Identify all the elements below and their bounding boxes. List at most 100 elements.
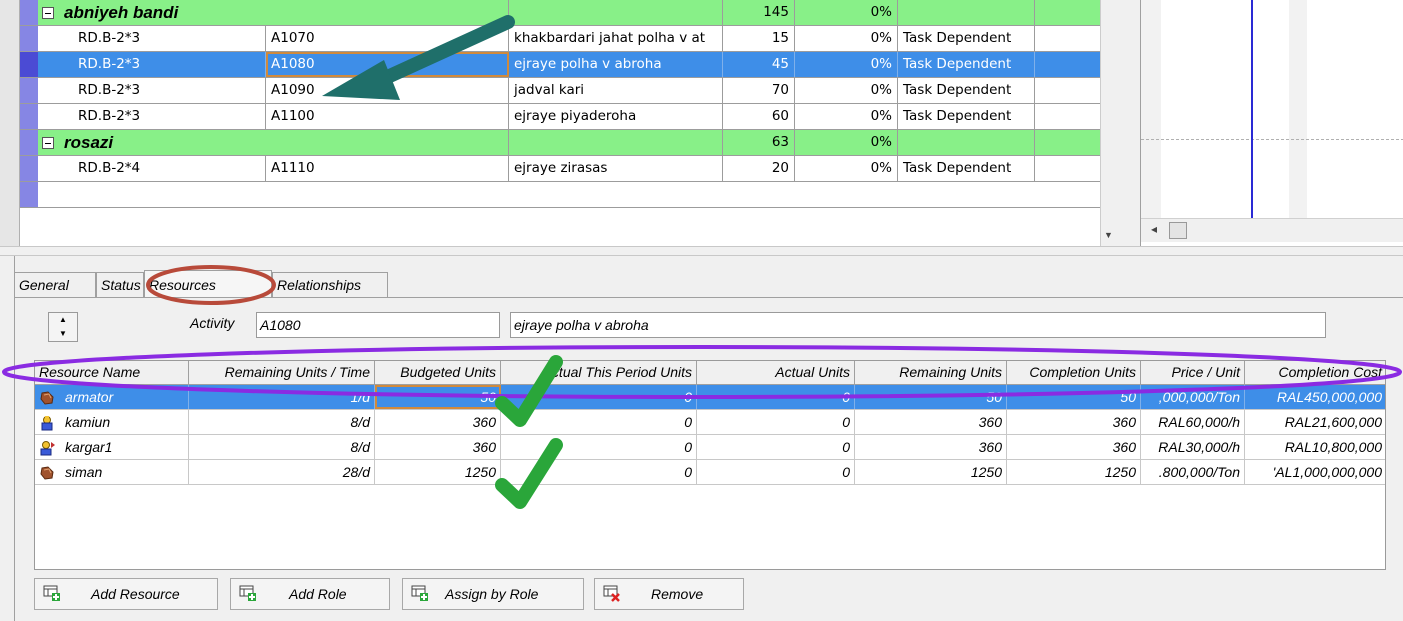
resource-remaining-units-time-cell[interactable]: 1/d — [189, 385, 375, 409]
activity-row[interactable]: RD.B-2*3 A1090 jadval kari 70 0% Task Depende… — [20, 78, 1117, 104]
resource-remaining-units-cell[interactable]: 1250 — [855, 460, 1007, 484]
activity-duration-cell[interactable]: 70 — [723, 78, 795, 103]
activity-wbs-cell[interactable]: RD.B-2*3 — [38, 26, 266, 51]
collapse-icon[interactable] — [42, 137, 54, 149]
resource-remaining-units-time-cell[interactable]: 28/d — [189, 460, 375, 484]
activity-name-cell[interactable]: jadval kari — [509, 78, 723, 103]
col-remaining-units-time-header[interactable]: Remaining Units / Time — [189, 361, 375, 385]
resource-completion-units-cell[interactable]: 1250 — [1007, 460, 1141, 484]
resource-completion-units-cell[interactable]: 360 — [1007, 435, 1141, 459]
activity-id-cell[interactable]: A1070 — [266, 26, 509, 51]
col-price-unit-header[interactable]: Price / Unit — [1141, 361, 1245, 385]
resource-row[interactable]: armator 1/d 50 0 0 50 50,000,000/Ton RAL450,000… — [35, 385, 1385, 410]
activity-percent-cell[interactable]: 0% — [795, 52, 898, 77]
tab-relationships[interactable]: Relationships — [272, 272, 388, 298]
resource-actual-this-period-units-cell[interactable]: 0 — [501, 410, 697, 434]
scroll-thumb[interactable] — [1169, 222, 1187, 239]
resource-resource-name-cell[interactable]: siman — [35, 460, 189, 484]
activity-type-cell[interactable]: Task Dependent — [898, 104, 1035, 129]
activity-duration-cell[interactable]: 15 — [723, 26, 795, 51]
col-actual-this-period-units-header[interactable]: Actual This Period Units — [501, 361, 697, 385]
resource-actual-units-cell[interactable]: 0 — [697, 385, 855, 409]
tab-general[interactable]: General — [14, 272, 96, 298]
resource-resource-name-cell[interactable]: kamiun — [35, 410, 189, 434]
activity-id-cell[interactable]: A1090 — [266, 78, 509, 103]
tab-status[interactable]: Status — [96, 272, 144, 298]
col-completion-cost-header[interactable]: Completion Cost — [1245, 361, 1385, 385]
col-actual-units-header[interactable]: Actual Units — [697, 361, 855, 385]
collapse-icon[interactable] — [42, 7, 54, 19]
activity-row[interactable]: RD.B-2*3 A1070 khakbardari jahat polha v a… — [20, 26, 1117, 52]
resource-completion-cost-cell[interactable]: RAL10,800,000 — [1245, 435, 1385, 459]
resource-budgeted-units-cell[interactable]: 360 — [375, 410, 501, 434]
activity-name-cell[interactable]: khakbardari jahat polha v at — [509, 26, 723, 51]
activity-wbs-cell[interactable]: RD.B-2*3 — [38, 104, 266, 129]
wbs-group-row[interactable]: rosazi 63 0% — [20, 130, 1117, 156]
activity-duration-cell[interactable]: 20 — [723, 156, 795, 181]
wbs-group-row[interactable]: abniyeh bandi 145 0% — [20, 0, 1117, 26]
resource-resource-name-cell[interactable]: kargar1 — [35, 435, 189, 459]
activity-wbs-cell[interactable]: RD.B-2*3 — [38, 52, 266, 77]
resource-actual-this-period-units-cell[interactable]: 0 — [501, 460, 697, 484]
activity-percent-cell[interactable]: 0% — [795, 26, 898, 51]
resource-budgeted-units-cell[interactable]: 50 — [375, 385, 501, 409]
activity-wbs-cell[interactable]: RD.B-2*3 — [38, 78, 266, 103]
activity-name-field[interactable]: ejraye polha v abroha — [510, 312, 1326, 338]
activity-row[interactable]: RD.B-2*4 A1110 ejraye zirasas 20 0% Task Depe… — [20, 156, 1117, 182]
pane-splitter[interactable] — [0, 246, 1403, 256]
col-remaining-units-header[interactable]: Remaining Units — [855, 361, 1007, 385]
add-resource-button[interactable]: Add Resource — [34, 578, 218, 610]
resource-price-unit-cell[interactable]: RAL30,000/h — [1141, 435, 1245, 459]
resource-price-unit-cell[interactable]: ,000,000/Ton — [1141, 385, 1245, 409]
activity-id-field[interactable]: A1080 — [256, 312, 500, 338]
scroll-down-icon[interactable]: ▼ — [1104, 230, 1113, 240]
resource-completion-cost-cell[interactable]: 'AL1,000,000,000 — [1245, 460, 1385, 484]
resource-actual-this-period-units-cell[interactable]: 0 — [501, 435, 697, 459]
resource-actual-units-cell[interactable]: 0 — [697, 410, 855, 434]
resource-actual-units-cell[interactable]: 0 — [697, 435, 855, 459]
activity-percent-cell[interactable]: 0% — [795, 156, 898, 181]
resource-row[interactable]: kargar1 8/d 360 0 0 360 360 RAL30,000/h RAL10,80… — [35, 435, 1385, 460]
arrow-down-icon[interactable]: ▼ — [59, 330, 67, 338]
activity-name-cell[interactable]: ejraye piyaderoha — [509, 104, 723, 129]
arrow-up-icon[interactable]: ▲ — [59, 316, 67, 324]
resource-resource-name-cell[interactable]: armator — [35, 385, 189, 409]
activity-wbs-cell[interactable]: RD.B-2*4 — [38, 156, 266, 181]
activity-percent-cell[interactable]: 0% — [795, 78, 898, 103]
resource-remaining-units-cell[interactable]: 360 — [855, 435, 1007, 459]
resource-row[interactable]: siman 28/d 1250 0 0 1250 1250.800,000/Ton 'AL1,… — [35, 460, 1385, 485]
resource-price-unit-cell[interactable]: .800,000/Ton — [1141, 460, 1245, 484]
activity-navigator-spinner[interactable]: ▲ ▼ — [48, 312, 78, 342]
activity-type-cell[interactable]: Task Dependent — [898, 26, 1035, 51]
activity-type-cell[interactable]: Task Dependent — [898, 156, 1035, 181]
activity-type-cell[interactable]: Task Dependent — [898, 52, 1035, 77]
activity-id-cell[interactable]: A1100 — [266, 104, 509, 129]
resource-completion-units-cell[interactable]: 50 — [1007, 385, 1141, 409]
activity-duration-cell[interactable]: 45 — [723, 52, 795, 77]
gantt-horizontal-scrollbar[interactable]: ◂ — [1141, 218, 1403, 242]
activity-row[interactable]: RD.B-2*3 A1080 ejraye polha v abroha 45 0% Ta… — [20, 52, 1117, 78]
remove-button[interactable]: Remove — [594, 578, 744, 610]
assign-by-role-button[interactable]: Assign by Role — [402, 578, 584, 610]
col-completion-units-header[interactable]: Completion Units — [1007, 361, 1141, 385]
activity-name-cell[interactable]: ejraye polha v abroha — [509, 52, 723, 77]
resource-price-unit-cell[interactable]: RAL60,000/h — [1141, 410, 1245, 434]
col-budgeted-units-header[interactable]: Budgeted Units — [375, 361, 501, 385]
activity-id-cell[interactable]: A1080 — [266, 52, 509, 77]
scroll-left-icon[interactable]: ◂ — [1151, 222, 1157, 236]
resource-remaining-units-cell[interactable]: 50 — [855, 385, 1007, 409]
resource-budgeted-units-cell[interactable]: 360 — [375, 435, 501, 459]
resource-actual-this-period-units-cell[interactable]: 0 — [501, 385, 697, 409]
activity-table-scrollbar[interactable]: ▼ — [1100, 0, 1117, 246]
resource-completion-cost-cell[interactable]: RAL21,600,000 — [1245, 410, 1385, 434]
tab-resources[interactable]: Resources — [144, 270, 272, 298]
resource-remaining-units-time-cell[interactable]: 8/d — [189, 410, 375, 434]
activity-row[interactable]: RD.B-2*3 A1100 ejraye piyaderoha 60 0% Task D… — [20, 104, 1117, 130]
activity-percent-cell[interactable]: 0% — [795, 104, 898, 129]
activity-name-cell[interactable]: ejraye zirasas — [509, 156, 723, 181]
resource-budgeted-units-cell[interactable]: 1250 — [375, 460, 501, 484]
resource-completion-cost-cell[interactable]: RAL450,000,000 — [1245, 385, 1385, 409]
col-resource-name-header[interactable]: Resource Name — [35, 361, 189, 385]
resource-remaining-units-time-cell[interactable]: 8/d — [189, 435, 375, 459]
add-role-button[interactable]: Add Role — [230, 578, 390, 610]
